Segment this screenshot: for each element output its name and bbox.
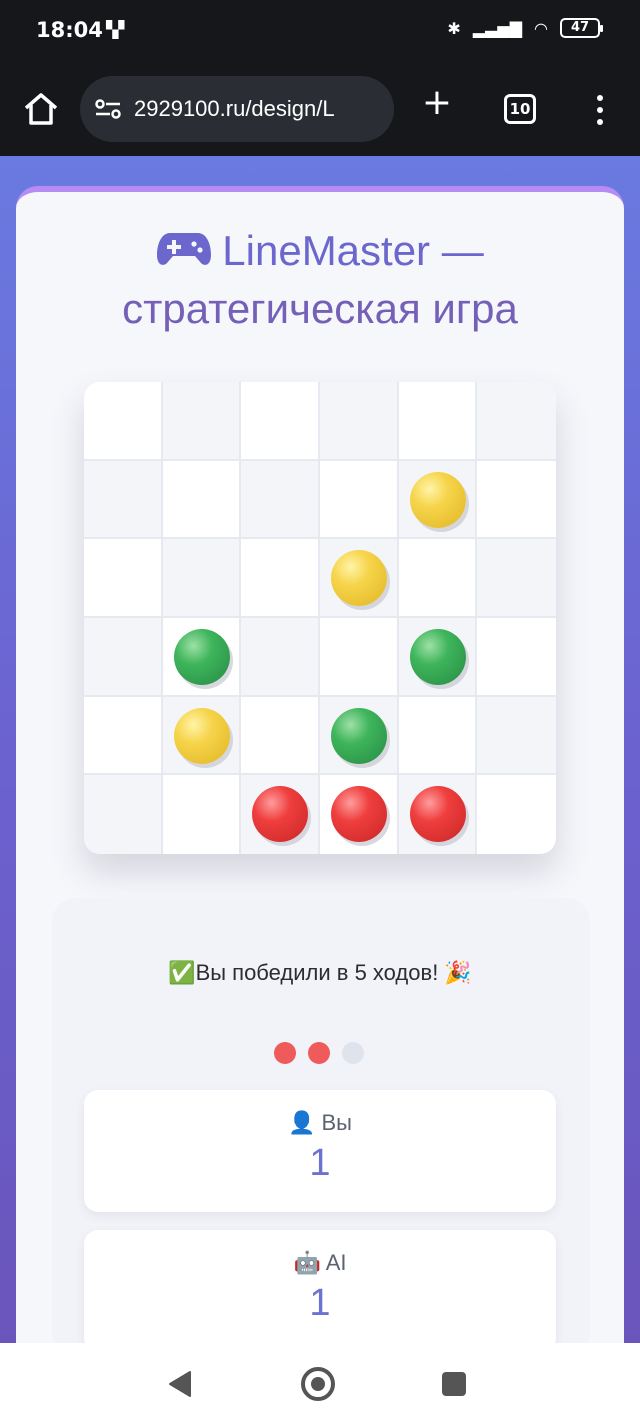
result-message: ✅Вы победили в 5 ходов! 🎉 — [168, 960, 472, 985]
red-ball[interactable] — [330, 786, 387, 843]
board-cell[interactable] — [477, 775, 556, 854]
green-ball[interactable] — [330, 707, 387, 764]
player-score-value: 1 — [309, 1142, 331, 1184]
status-time: 18:04 — [36, 18, 103, 42]
board-cell[interactable] — [319, 539, 399, 618]
board-cell[interactable] — [319, 382, 399, 461]
move-dot — [342, 1042, 364, 1064]
player-score-card: 👤 Вы 1 — [84, 1090, 556, 1212]
board-cell[interactable] — [241, 539, 320, 618]
green-ball[interactable] — [173, 628, 230, 685]
board-cell[interactable] — [477, 618, 556, 697]
board-cell[interactable] — [84, 617, 163, 697]
page-title: LineMaster — стратегическая игра — [0, 222, 640, 338]
home-nav-icon[interactable] — [301, 1367, 335, 1401]
board-cell[interactable] — [319, 617, 399, 697]
board-cell[interactable] — [477, 461, 556, 540]
tab-switcher-button[interactable]: 10 — [504, 94, 536, 124]
system-nav-bar — [0, 1343, 640, 1423]
battery-icon: 47 — [560, 18, 603, 38]
board-cell[interactable] — [241, 775, 320, 854]
back-icon[interactable] — [168, 1370, 192, 1398]
board-cell[interactable] — [162, 696, 242, 776]
browser-toolbar: 2929100.ru/design/L + 10 — [0, 62, 640, 156]
signal-icon: ▂▃▅▇ — [472, 18, 523, 38]
yellow-ball[interactable] — [173, 707, 230, 764]
board-cell[interactable] — [241, 617, 320, 697]
player-score-label: 👤 Вы — [288, 1110, 352, 1135]
home-icon[interactable] — [22, 90, 60, 128]
board-cell[interactable] — [398, 460, 478, 540]
notification-icon: ▚▘ — [106, 20, 131, 39]
board-cell[interactable] — [84, 382, 163, 461]
address-bar[interactable]: 2929100.ru/design/L — [80, 76, 394, 142]
ai-score-value: 1 — [309, 1282, 331, 1324]
board-cell[interactable] — [398, 696, 478, 776]
board-cell[interactable] — [84, 460, 163, 540]
move-dot — [274, 1042, 296, 1064]
board-cell[interactable] — [162, 617, 242, 697]
move-indicator — [274, 1042, 364, 1064]
board-cell[interactable] — [319, 696, 399, 776]
board-cell[interactable] — [398, 382, 478, 461]
board-cell[interactable] — [319, 460, 399, 540]
board-cell[interactable] — [477, 696, 556, 776]
board-cell[interactable] — [84, 539, 163, 618]
board-cell[interactable] — [162, 382, 242, 461]
green-ball[interactable] — [409, 628, 466, 685]
board-cell[interactable] — [241, 460, 320, 540]
board-cell[interactable] — [398, 775, 478, 854]
board-cell[interactable] — [477, 539, 556, 618]
board-cell[interactable] — [398, 617, 478, 697]
ai-score-card: 🤖 AI 1 — [84, 1230, 556, 1352]
status-icons: ✱ ▂▃▅▇ ◠ 47 — [447, 18, 603, 38]
url-text: 2929100.ru/design/L — [134, 96, 335, 121]
board-cell[interactable] — [163, 775, 242, 854]
board-cell[interactable] — [162, 460, 242, 540]
red-ball[interactable] — [409, 786, 466, 843]
wifi-icon: ◠ — [534, 18, 548, 38]
bluetooth-icon: ✱ — [447, 18, 461, 38]
new-tab-button[interactable]: + — [420, 85, 454, 121]
board-cell[interactable] — [84, 775, 163, 854]
board-cell[interactable] — [477, 382, 556, 461]
gamepad-icon — [157, 233, 212, 265]
browser-menu-button[interactable] — [588, 92, 612, 128]
move-dot — [308, 1042, 330, 1064]
title-line-2: стратегическая игра — [122, 285, 518, 332]
yellow-ball[interactable] — [409, 471, 466, 528]
board-cell[interactable] — [241, 382, 320, 461]
board-cell[interactable] — [320, 775, 399, 854]
status-bar: 18:04 ▚▘ ✱ ▂▃▅▇ ◠ 47 — [0, 0, 640, 62]
red-ball[interactable] — [252, 786, 309, 843]
title-line-1: LineMaster — — [222, 227, 484, 274]
yellow-ball[interactable] — [330, 550, 387, 607]
board-cell[interactable] — [162, 539, 242, 618]
site-settings-icon[interactable] — [94, 97, 122, 121]
game-board — [84, 382, 556, 854]
recents-icon[interactable] — [442, 1372, 466, 1396]
board-cell[interactable] — [241, 696, 320, 776]
board-cell[interactable] — [398, 539, 478, 618]
board-cell[interactable] — [84, 696, 163, 776]
ai-score-label: 🤖 AI — [293, 1250, 347, 1275]
